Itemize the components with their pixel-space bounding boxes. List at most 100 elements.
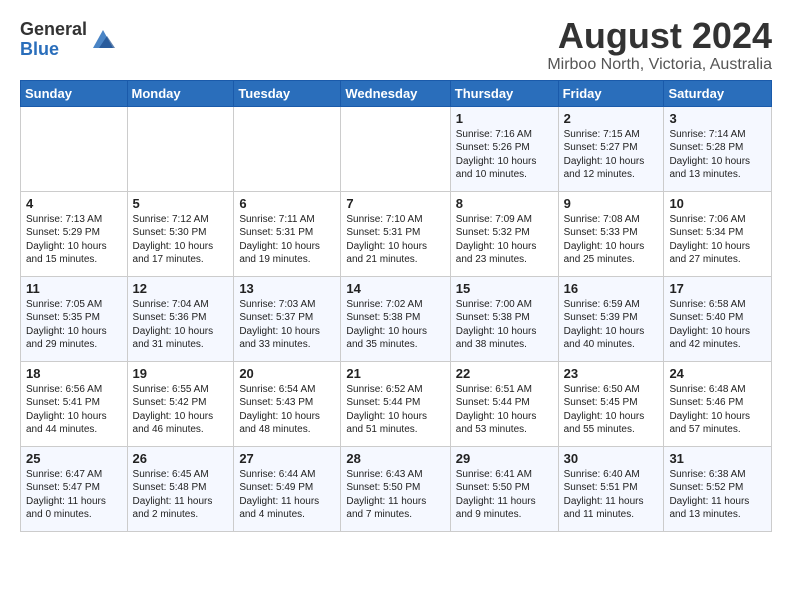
- calendar-cell: 10 Sunrise: 7:06 AM Sunset: 5:34 PM Dayli…: [664, 191, 772, 276]
- calendar-cell: 30Sunrise: 6:40 AM Sunset: 5:51 PM Dayli…: [558, 446, 664, 531]
- day-number: 19: [133, 366, 229, 381]
- day-number: 28: [346, 451, 444, 466]
- calendar-cell: [234, 106, 341, 191]
- day-info: Sunrise: 7:13 AM Sunset: 5:29 PM Dayligh…: [26, 214, 107, 266]
- day-number: 25: [26, 451, 122, 466]
- calendar-week-1: 1Sunrise: 7:16 AM Sunset: 5:26 PM Daylig…: [21, 106, 772, 191]
- logo-blue: Blue: [20, 40, 87, 60]
- day-info: Sunrise: 7:12 AM Sunset: 5:30 PM Dayligh…: [133, 214, 214, 266]
- day-number: 4: [26, 196, 122, 211]
- calendar-cell: 7 Sunrise: 7:10 AM Sunset: 5:31 PM Daylig…: [341, 191, 450, 276]
- calendar-cell: 14Sunrise: 7:02 AM Sunset: 5:38 PM Dayli…: [341, 276, 450, 361]
- day-number: 9: [564, 196, 659, 211]
- day-info: Sunrise: 6:55 AM Sunset: 5:42 PM Dayligh…: [133, 384, 214, 436]
- calendar-table: SundayMondayTuesdayWednesdayThursdayFrid…: [20, 80, 772, 532]
- day-info: Sunrise: 7:09 AM Sunset: 5:32 PM Dayligh…: [456, 214, 537, 266]
- day-number: 20: [239, 366, 335, 381]
- day-number: 18: [26, 366, 122, 381]
- calendar-cell: [21, 106, 128, 191]
- calendar-cell: 19 Sunrise: 6:55 AM Sunset: 5:42 PM Dayli…: [127, 361, 234, 446]
- header-cell-sunday: Sunday: [21, 80, 128, 106]
- day-info: Sunrise: 7:10 AM Sunset: 5:31 PM Dayligh…: [346, 214, 427, 266]
- header-cell-wednesday: Wednesday: [341, 80, 450, 106]
- title-block: August 2024 Mirboo North, Victoria, Aust…: [547, 16, 772, 74]
- calendar-cell: 21 Sunrise: 6:52 AM Sunset: 5:44 PM Dayli…: [341, 361, 450, 446]
- header-cell-friday: Friday: [558, 80, 664, 106]
- calendar-week-2: 4 Sunrise: 7:13 AM Sunset: 5:29 PM Daylig…: [21, 191, 772, 276]
- calendar-cell: [341, 106, 450, 191]
- day-info: Sunrise: 7:00 AM Sunset: 5:38 PM Dayligh…: [456, 299, 537, 351]
- day-number: 11: [26, 281, 122, 296]
- calendar-cell: 5Sunrise: 7:12 AM Sunset: 5:30 PM Daylig…: [127, 191, 234, 276]
- calendar-cell: 28 Sunrise: 6:43 AM Sunset: 5:50 PM Dayli…: [341, 446, 450, 531]
- day-info: Sunrise: 6:43 AM Sunset: 5:50 PM Dayligh…: [346, 469, 426, 521]
- calendar-cell: 26 Sunrise: 6:45 AM Sunset: 5:48 PM Dayli…: [127, 446, 234, 531]
- day-number: 1: [456, 111, 553, 126]
- calendar-cell: 24 Sunrise: 6:48 AM Sunset: 5:46 PM Dayli…: [664, 361, 772, 446]
- calendar-cell: 16Sunrise: 6:59 AM Sunset: 5:39 PM Dayli…: [558, 276, 664, 361]
- day-info: Sunrise: 7:11 AM Sunset: 5:31 PM Dayligh…: [239, 214, 320, 266]
- day-info: Sunrise: 7:03 AM Sunset: 5:37 PM Dayligh…: [239, 299, 320, 351]
- calendar-cell: 20 Sunrise: 6:54 AM Sunset: 5:43 PM Dayli…: [234, 361, 341, 446]
- day-number: 14: [346, 281, 444, 296]
- calendar-cell: 15 Sunrise: 7:00 AM Sunset: 5:38 PM Dayli…: [450, 276, 558, 361]
- calendar-week-4: 18 Sunrise: 6:56 AM Sunset: 5:41 PM Dayli…: [21, 361, 772, 446]
- day-number: 17: [669, 281, 766, 296]
- day-number: 3: [669, 111, 766, 126]
- day-info: Sunrise: 6:45 AM Sunset: 5:48 PM Dayligh…: [133, 469, 213, 521]
- day-info: Sunrise: 6:48 AM Sunset: 5:46 PM Dayligh…: [669, 384, 750, 436]
- calendar-cell: 6Sunrise: 7:11 AM Sunset: 5:31 PM Daylig…: [234, 191, 341, 276]
- calendar-week-3: 11Sunrise: 7:05 AM Sunset: 5:35 PM Dayli…: [21, 276, 772, 361]
- day-info: Sunrise: 6:56 AM Sunset: 5:41 PM Dayligh…: [26, 384, 107, 436]
- day-number: 24: [669, 366, 766, 381]
- header-cell-tuesday: Tuesday: [234, 80, 341, 106]
- calendar-cell: 31Sunrise: 6:38 AM Sunset: 5:52 PM Dayli…: [664, 446, 772, 531]
- calendar-subtitle: Mirboo North, Victoria, Australia: [547, 56, 772, 74]
- calendar-cell: 1Sunrise: 7:16 AM Sunset: 5:26 PM Daylig…: [450, 106, 558, 191]
- day-number: 30: [564, 451, 659, 466]
- day-info: Sunrise: 6:51 AM Sunset: 5:44 PM Dayligh…: [456, 384, 537, 436]
- day-info: Sunrise: 7:06 AM Sunset: 5:34 PM Dayligh…: [669, 214, 750, 266]
- header-cell-thursday: Thursday: [450, 80, 558, 106]
- day-number: 7: [346, 196, 444, 211]
- calendar-cell: 3Sunrise: 7:14 AM Sunset: 5:28 PM Daylig…: [664, 106, 772, 191]
- day-number: 23: [564, 366, 659, 381]
- calendar-cell: 4 Sunrise: 7:13 AM Sunset: 5:29 PM Daylig…: [21, 191, 128, 276]
- calendar-cell: 17 Sunrise: 6:58 AM Sunset: 5:40 PM Dayli…: [664, 276, 772, 361]
- day-info: Sunrise: 6:54 AM Sunset: 5:43 PM Dayligh…: [239, 384, 320, 436]
- day-number: 27: [239, 451, 335, 466]
- calendar-cell: 23Sunrise: 6:50 AM Sunset: 5:45 PM Dayli…: [558, 361, 664, 446]
- calendar-cell: 8Sunrise: 7:09 AM Sunset: 5:32 PM Daylig…: [450, 191, 558, 276]
- day-info: Sunrise: 6:47 AM Sunset: 5:47 PM Dayligh…: [26, 469, 106, 521]
- day-info: Sunrise: 6:59 AM Sunset: 5:39 PM Dayligh…: [564, 299, 645, 351]
- day-info: Sunrise: 7:04 AM Sunset: 5:36 PM Dayligh…: [133, 299, 214, 351]
- calendar-cell: 25 Sunrise: 6:47 AM Sunset: 5:47 PM Dayli…: [21, 446, 128, 531]
- page-header: General Blue August 2024 Mirboo North, V…: [20, 16, 772, 74]
- calendar-cell: 29Sunrise: 6:41 AM Sunset: 5:50 PM Dayli…: [450, 446, 558, 531]
- day-number: 10: [669, 196, 766, 211]
- calendar-cell: [127, 106, 234, 191]
- calendar-header: SundayMondayTuesdayWednesdayThursdayFrid…: [21, 80, 772, 106]
- calendar-cell: 9 Sunrise: 7:08 AM Sunset: 5:33 PM Daylig…: [558, 191, 664, 276]
- header-row: SundayMondayTuesdayWednesdayThursdayFrid…: [21, 80, 772, 106]
- day-number: 21: [346, 366, 444, 381]
- day-info: Sunrise: 7:15 AM Sunset: 5:27 PM Dayligh…: [564, 129, 645, 181]
- day-info: Sunrise: 6:38 AM Sunset: 5:52 PM Dayligh…: [669, 469, 749, 521]
- calendar-cell: 11Sunrise: 7:05 AM Sunset: 5:35 PM Dayli…: [21, 276, 128, 361]
- day-info: Sunrise: 6:41 AM Sunset: 5:50 PM Dayligh…: [456, 469, 536, 521]
- calendar-cell: 2Sunrise: 7:15 AM Sunset: 5:27 PM Daylig…: [558, 106, 664, 191]
- day-info: Sunrise: 7:08 AM Sunset: 5:33 PM Dayligh…: [564, 214, 645, 266]
- calendar-cell: 18 Sunrise: 6:56 AM Sunset: 5:41 PM Dayli…: [21, 361, 128, 446]
- logo-general: General: [20, 20, 87, 40]
- day-number: 12: [133, 281, 229, 296]
- logo-icon: [89, 26, 117, 54]
- day-info: Sunrise: 6:44 AM Sunset: 5:49 PM Dayligh…: [239, 469, 319, 521]
- calendar-cell: 13 Sunrise: 7:03 AM Sunset: 5:37 PM Dayli…: [234, 276, 341, 361]
- day-number: 13: [239, 281, 335, 296]
- calendar-title: August 2024: [547, 16, 772, 56]
- day-info: Sunrise: 6:58 AM Sunset: 5:40 PM Dayligh…: [669, 299, 750, 351]
- day-info: Sunrise: 6:52 AM Sunset: 5:44 PM Dayligh…: [346, 384, 427, 436]
- header-cell-monday: Monday: [127, 80, 234, 106]
- day-number: 26: [133, 451, 229, 466]
- day-number: 15: [456, 281, 553, 296]
